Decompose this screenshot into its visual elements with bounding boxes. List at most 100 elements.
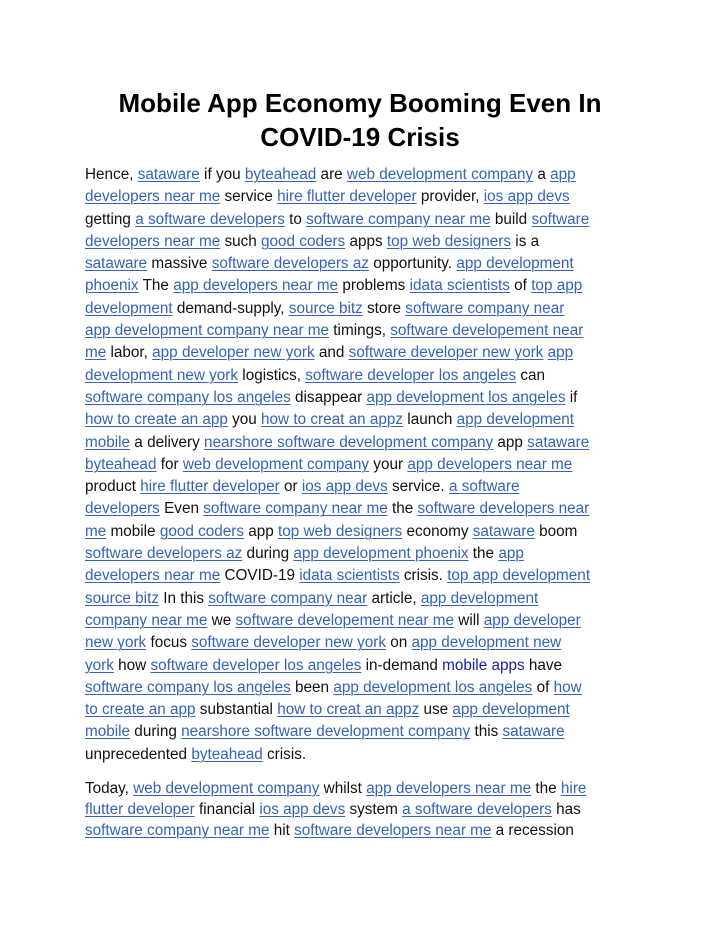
- keyword-link[interactable]: app development new: [412, 634, 562, 651]
- keyword-link[interactable]: development: [85, 300, 173, 317]
- keyword-link[interactable]: phoenix: [85, 277, 139, 294]
- keyword-link[interactable]: top web designers: [387, 233, 511, 250]
- keyword-link[interactable]: app developer new york: [152, 344, 314, 361]
- keyword-link[interactable]: company near me: [85, 612, 207, 629]
- keyword-link[interactable]: nearshore software development company: [204, 434, 493, 451]
- keyword-link[interactable]: app development los angeles: [366, 389, 565, 406]
- keyword-link[interactable]: software developers az: [212, 255, 369, 272]
- body-text: financial: [194, 801, 260, 818]
- keyword-link[interactable]: how: [554, 679, 582, 696]
- keyword-link[interactable]: developers near me: [85, 233, 220, 250]
- keyword-link[interactable]: sataware: [503, 723, 565, 740]
- keyword-link[interactable]: idata scientists: [299, 567, 399, 584]
- keyword-link[interactable]: developers near me: [85, 188, 220, 205]
- keyword-link[interactable]: sataware: [473, 523, 535, 540]
- keyword-link[interactable]: app development: [421, 590, 538, 607]
- keyword-link[interactable]: app: [498, 545, 524, 562]
- keyword-link[interactable]: hire flutter developer: [140, 478, 279, 495]
- keyword-link[interactable]: how to create an app: [85, 411, 228, 428]
- keyword-link[interactable]: a software developers: [402, 801, 552, 818]
- keyword-link[interactable]: a software: [449, 478, 520, 495]
- keyword-link[interactable]: app: [550, 166, 576, 183]
- body-text: this: [470, 723, 503, 741]
- keyword-link[interactable]: app development: [457, 411, 574, 428]
- keyword-link[interactable]: app: [548, 344, 574, 361]
- keyword-link[interactable]: top web designers: [278, 523, 402, 540]
- keyword-link[interactable]: software company near: [405, 300, 564, 317]
- keyword-link[interactable]: app development phoenix: [293, 545, 468, 562]
- body-text: is a: [511, 232, 540, 250]
- keyword-link[interactable]: sataware: [138, 166, 200, 183]
- keyword-link[interactable]: software company los angeles: [85, 389, 291, 406]
- body-text: on: [386, 634, 412, 652]
- keyword-link[interactable]: software developement near me: [236, 612, 455, 629]
- keyword-link[interactable]: good coders: [261, 233, 345, 250]
- keyword-link[interactable]: development new york: [85, 367, 238, 384]
- keyword-link[interactable]: top app: [531, 277, 582, 294]
- keyword-link[interactable]: source bitz: [289, 300, 363, 317]
- keyword-link[interactable]: app developers near me: [366, 780, 531, 797]
- keyword-link[interactable]: ios app devs: [259, 801, 345, 818]
- keyword-link[interactable]: software developer new york: [191, 634, 386, 651]
- keyword-link[interactable]: software company near me: [306, 211, 491, 228]
- keyword-link[interactable]: software company near: [208, 590, 367, 607]
- keyword-link[interactable]: web development company: [133, 780, 319, 797]
- keyword-link[interactable]: software developer los angeles: [305, 367, 516, 384]
- text-line: mobile during nearshore software develop…: [85, 721, 645, 743]
- keyword-link[interactable]: hire: [561, 780, 587, 797]
- keyword-link[interactable]: software company near me: [203, 500, 388, 517]
- body-text: economy: [402, 522, 473, 540]
- keyword-link[interactable]: sataware: [527, 434, 589, 451]
- keyword-link[interactable]: sataware: [85, 255, 147, 272]
- keyword-link[interactable]: nearshore software development company: [181, 723, 470, 740]
- keyword-link[interactable]: software company los angeles: [85, 679, 291, 696]
- keyword-link[interactable]: how to creat an appz: [261, 411, 403, 428]
- keyword-link[interactable]: app developers near me: [407, 456, 572, 473]
- keyword-link[interactable]: app developers near me: [173, 277, 338, 294]
- keyword-link[interactable]: software: [531, 211, 589, 228]
- keyword-link[interactable]: hire flutter developer: [277, 188, 416, 205]
- body-text: and: [314, 344, 349, 362]
- keyword-link[interactable]: good coders: [160, 523, 244, 540]
- text-line: developers near me COVID-19 idata scient…: [85, 565, 645, 587]
- keyword-link[interactable]: to create an app: [85, 701, 196, 718]
- keyword-link[interactable]: byteahead: [245, 166, 316, 183]
- keyword-link[interactable]: idata scientists: [410, 277, 510, 294]
- keyword-link[interactable]: a software developers: [135, 211, 285, 228]
- keyword-link[interactable]: app development los angeles: [333, 679, 532, 696]
- keyword-link[interactable]: mobile: [85, 723, 130, 740]
- keyword-link[interactable]: me: [85, 344, 106, 361]
- keyword-link[interactable]: new york: [85, 634, 146, 651]
- keyword-link[interactable]: app developer: [484, 612, 581, 629]
- keyword-link[interactable]: app development: [452, 701, 569, 718]
- keyword-link[interactable]: source bitz: [85, 590, 159, 607]
- keyword-link[interactable]: mobile: [85, 434, 130, 451]
- keyword-link[interactable]: software developers az: [85, 545, 242, 562]
- keyword-link[interactable]: byteahead: [85, 456, 156, 473]
- keyword-link[interactable]: top app development: [447, 567, 590, 584]
- body-text: getting: [85, 210, 136, 228]
- keyword-link[interactable]: software developer new york: [349, 344, 544, 361]
- keyword-link[interactable]: web development company: [347, 166, 533, 183]
- keyword-link[interactable]: flutter developer: [85, 801, 195, 818]
- keyword-link[interactable]: ios app devs: [484, 188, 570, 205]
- keyword-link[interactable]: software developers near: [417, 500, 589, 517]
- keyword-link[interactable]: ios app devs: [302, 478, 388, 495]
- keyword-link[interactable]: york: [85, 657, 114, 674]
- keyword-link[interactable]: developers: [85, 500, 160, 517]
- keyword-link[interactable]: web development company: [183, 456, 369, 473]
- keyword-link[interactable]: software developer los angeles: [150, 657, 361, 674]
- body-text: app: [244, 522, 279, 540]
- keyword-link[interactable]: app development company near me: [85, 322, 329, 339]
- text-line: software company near me hit software de…: [85, 820, 645, 841]
- text-line: source bitz In this software company nea…: [85, 588, 645, 610]
- keyword-link[interactable]: software developers near me: [294, 822, 491, 839]
- keyword-link[interactable]: app development: [456, 255, 573, 272]
- keyword-link[interactable]: software company near me: [85, 822, 270, 839]
- keyword-link[interactable]: me: [85, 523, 106, 540]
- body-text: store: [362, 299, 406, 317]
- keyword-link[interactable]: how to creat an appz: [277, 701, 419, 718]
- keyword-link[interactable]: software developement near: [390, 322, 583, 339]
- keyword-link[interactable]: byteahead: [191, 746, 262, 763]
- keyword-link[interactable]: developers near me: [85, 567, 220, 584]
